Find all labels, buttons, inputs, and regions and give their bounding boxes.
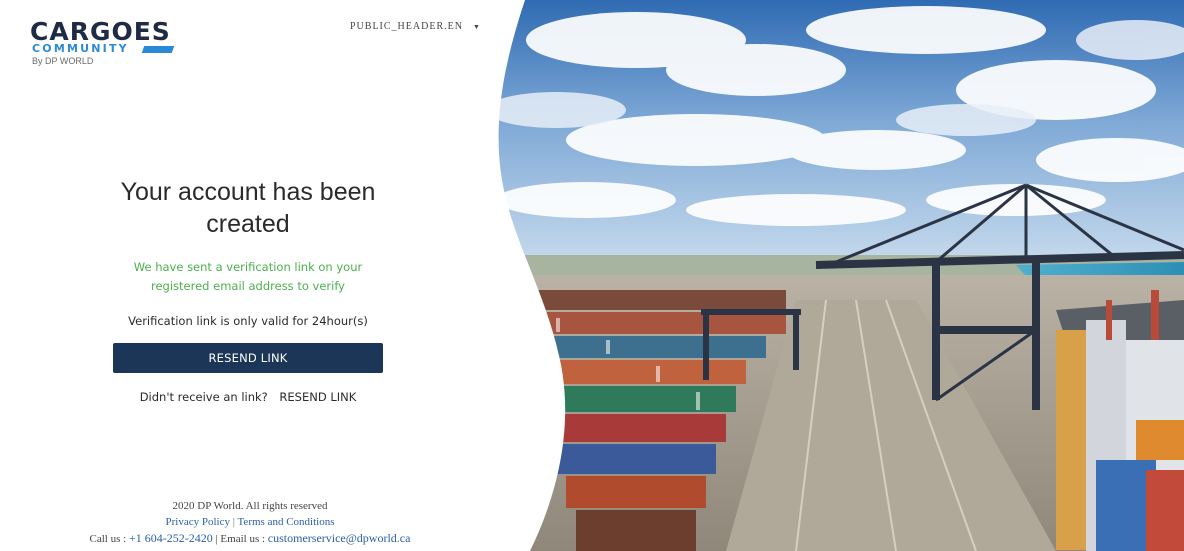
call-us-label: Call us : [89,533,127,545]
page-title: Your account has been created [120,178,376,238]
cargoes-community-logo[interactable]: CARGOES COMMUNITY By DP WORLD [30,17,190,70]
resend-link-text-link[interactable]: RESEND LINK [279,390,356,404]
didnt-receive-row: Didn't receive an link? RESEND LINK [98,390,398,404]
phone-link[interactable]: +1 604-252-2420 [129,531,213,545]
language-selector-label: PUBLIC_HEADER.EN [350,21,463,32]
link-validity-message: Verification link is only valid for 24ho… [128,314,368,328]
email-us-label: | Email us : [215,533,266,545]
confirmation-content: Your account has been created We have se… [98,176,398,404]
didnt-receive-text: Didn't receive an link? [139,390,268,404]
logo-by-dp-world: By DP WORLD [32,56,94,66]
footer-separator: | [232,516,235,528]
verification-sent-message: We have sent a verification link on your… [133,260,363,293]
logo-community-text: COMMUNITY [32,42,129,55]
language-selector[interactable]: PUBLIC_HEADER.EN ▼ [350,21,481,32]
resend-link-button[interactable]: RESEND LINK [113,343,383,373]
terms-conditions-link[interactable]: Terms and Conditions [237,516,334,528]
footer-legal-links: Privacy Policy | Terms and Conditions [40,514,460,530]
logo-accent-bar [141,46,175,53]
footer-copyright: 2020 DP World. All rights reserved [172,500,328,512]
logo-wordmark: CARGOES [30,17,171,46]
page: CARGOES COMMUNITY By DP WORLD PUBLIC_HEA… [0,0,1184,551]
footer: 2020 DP World. All rights reserved Priva… [40,498,460,547]
caret-down-icon: ▼ [472,22,481,31]
privacy-policy-link[interactable]: Privacy Policy [166,516,230,528]
footer-contact: Call us : +1 604-252-2420 | Email us : c… [40,530,460,547]
email-link[interactable]: customerservice@dpworld.ca [268,531,411,545]
